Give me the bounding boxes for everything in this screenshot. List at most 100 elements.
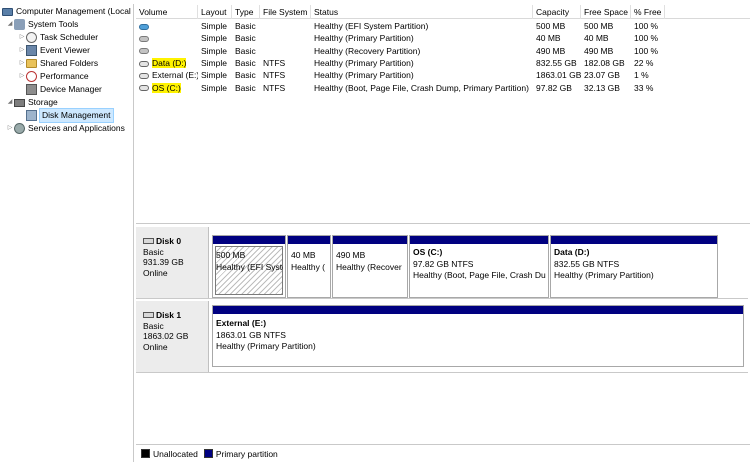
- legend: Unallocated Primary partition: [136, 444, 750, 462]
- tree-item-label: Shared Folders: [40, 58, 99, 68]
- collapse-arrow-icon[interactable]: ◢: [6, 96, 14, 109]
- tree-item-event-viewer[interactable]: ▷ Event Viewer: [18, 44, 90, 57]
- partition-external-e[interactable]: External (E:) 1863.01 GB NTFS Healthy (P…: [212, 305, 744, 367]
- cell-layout: Simple: [201, 70, 227, 81]
- partition-status: Healthy (Boot, Page File, Crash Du: [413, 270, 546, 280]
- disk-graphical-view: Disk 0 Basic 931.39 GB Online 500 MB Hea…: [136, 225, 750, 443]
- cell-status: Healthy (Primary Partition): [314, 70, 414, 81]
- table-row[interactable]: Simple Basic Healthy (EFI System Partition…: [136, 20, 750, 33]
- partition-size: 40 MB: [291, 250, 316, 260]
- partition-status: Healthy (Recover: [336, 261, 402, 272]
- partition-data-d[interactable]: Data (D:) 832.55 GB NTFS Healthy (Primar…: [550, 235, 718, 298]
- column-header-type[interactable]: Type: [232, 5, 260, 19]
- cell-pct: 100 %: [634, 21, 659, 31]
- partition-size: 1863.01 GB NTFS: [216, 329, 286, 340]
- partition-bar: [410, 236, 548, 244]
- collapse-arrow-icon[interactable]: ◢: [6, 18, 14, 31]
- partition-name: OS (C:): [413, 247, 443, 257]
- cell-free: 182.08 GB: [584, 57, 625, 68]
- column-header-file-system[interactable]: File System: [260, 5, 311, 19]
- tree-item-performance[interactable]: ▷ Performance: [18, 70, 89, 83]
- disk-1-row[interactable]: Disk 1 Basic 1863.02 GB Online External …: [136, 301, 748, 373]
- disk-1-info[interactable]: Disk 1 Basic 1863.02 GB Online: [136, 301, 209, 372]
- cell-pct: 100 %: [634, 45, 659, 56]
- cell-fs: NTFS: [263, 82, 286, 93]
- expand-arrow-icon[interactable]: ▷: [18, 31, 26, 44]
- tree-item-label: Computer Management (Local: [16, 6, 131, 16]
- tree-item-storage[interactable]: ◢ Storage: [6, 96, 58, 109]
- cell-volume: [136, 20, 198, 33]
- table-row[interactable]: External (E:) Simple Basic NTFS Healthy (Pri…: [136, 69, 750, 82]
- cell-free: 23.07 GB: [584, 70, 620, 81]
- disk-0-info[interactable]: Disk 0 Basic 931.39 GB Online: [136, 227, 209, 298]
- tree-item-computer-management[interactable]: Computer Management (Local: [2, 5, 131, 18]
- expand-arrow-icon[interactable]: ▷: [18, 70, 26, 83]
- expand-arrow-icon[interactable]: ▷: [18, 57, 26, 70]
- cell-volume: Data (D:): [136, 57, 198, 70]
- drive-icon: [139, 60, 149, 67]
- disk-management-icon: [26, 110, 37, 121]
- disk-type: Basic: [143, 246, 164, 257]
- expand-arrow-icon[interactable]: ▷: [18, 44, 26, 57]
- table-row[interactable]: Simple Basic Healthy (Primary Partition) 40…: [136, 32, 750, 45]
- cell-type: Basic: [235, 45, 256, 56]
- partition-size: 97.82 GB NTFS: [413, 258, 474, 269]
- cell-fs: [260, 32, 311, 45]
- column-header-percent-free[interactable]: % Free: [631, 5, 665, 19]
- cell-status: Healthy (Boot, Page File, Crash Dump, Pr…: [314, 82, 529, 93]
- partition-name: Data (D:): [554, 247, 590, 257]
- partition-recovery[interactable]: 490 MB Healthy (Recover: [332, 235, 408, 298]
- clock-icon: [26, 32, 37, 43]
- drive-icon: [139, 72, 149, 79]
- partition-os-c[interactable]: OS (C:) 97.82 GB NTFS Healthy (Boot, Pag…: [409, 235, 549, 298]
- list-header: Volume Layout Type File System Status Ca…: [136, 5, 750, 19]
- column-header-volume[interactable]: Volume: [136, 5, 198, 19]
- column-header-capacity[interactable]: Capacity: [533, 5, 581, 19]
- computer-icon: [2, 7, 13, 16]
- partition-efi[interactable]: 500 MB Healthy (EFI Syste: [212, 235, 286, 298]
- column-header-free-space[interactable]: Free Space: [581, 5, 631, 19]
- partition-status: Healthy (EFI Syste: [216, 261, 283, 272]
- legend-label: Unallocated: [153, 448, 198, 459]
- cell-capacity: 97.82 GB: [536, 82, 572, 93]
- column-header-layout[interactable]: Layout: [198, 5, 232, 19]
- table-row[interactable]: Data (D:) Simple Basic NTFS Healthy (Primary…: [136, 57, 750, 70]
- tree-item-disk-management[interactable]: Disk Management: [26, 108, 114, 123]
- performance-icon: [26, 71, 37, 82]
- expand-arrow-icon[interactable]: ▷: [6, 122, 14, 135]
- volume-icon: [139, 36, 149, 43]
- navigation-tree: Computer Management (Local ◢ System Tool…: [0, 4, 134, 462]
- partition-status: Healthy (Primary Partition): [216, 341, 316, 351]
- tree-item-label: Task Scheduler: [40, 32, 99, 42]
- cell-capacity: 1863.01 GB: [536, 70, 581, 81]
- disk-size: 1863.02 GB: [143, 331, 189, 341]
- tree-item-shared-folders[interactable]: ▷ Shared Folders: [18, 57, 98, 70]
- folder-icon: [26, 59, 37, 68]
- partition-reserved[interactable]: 40 MB Healthy (: [287, 235, 331, 298]
- tree-item-device-manager[interactable]: Device Manager: [26, 83, 102, 96]
- legend-label: Primary partition: [215, 448, 278, 459]
- disk-status: Online: [143, 341, 168, 352]
- partition-status: Healthy (: [291, 261, 326, 272]
- column-header-status[interactable]: Status: [311, 5, 533, 19]
- cell-capacity: 490 MB: [536, 45, 566, 56]
- table-row[interactable]: OS (C:) Simple Basic NTFS Healthy (Boot, Pag…: [136, 82, 750, 95]
- cell-layout: Simple: [201, 57, 227, 68]
- cell-type: Basic: [235, 57, 256, 68]
- tree-item-label: Device Manager: [40, 84, 102, 94]
- disk-0-row[interactable]: Disk 0 Basic 931.39 GB Online 500 MB Hea…: [136, 227, 748, 299]
- cell-layout: Simple: [201, 21, 227, 31]
- table-row[interactable]: Simple Basic Healthy (Recovery Partition) 4…: [136, 45, 750, 58]
- disk-status: Online: [143, 267, 168, 278]
- cell-capacity: 832.55 GB: [536, 57, 577, 68]
- cell-free: 500 MB: [584, 21, 614, 31]
- cell-capacity: 500 MB: [536, 21, 566, 31]
- tree-item-services-and-applications[interactable]: ▷ Services and Applications: [6, 122, 125, 135]
- partition-name: External (E:): [216, 318, 267, 328]
- tree-item-system-tools[interactable]: ◢ System Tools: [6, 18, 78, 31]
- volume-name: OS (C:): [152, 82, 181, 93]
- tree-item-task-scheduler[interactable]: ▷ Task Scheduler: [18, 31, 98, 44]
- cell-pct: 100 %: [634, 33, 659, 44]
- cell-volume: External (E:): [136, 69, 198, 82]
- cell-fs: [260, 20, 311, 33]
